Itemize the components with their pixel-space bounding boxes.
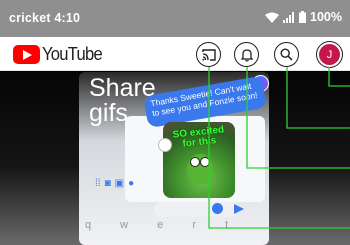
apps-icon: ⁞⁞ (95, 178, 101, 189)
share-icon (158, 138, 172, 152)
battery-icon (299, 11, 307, 23)
bell-icon (240, 48, 253, 62)
account-button[interactable]: J (316, 41, 343, 68)
compose-icons: ⁞⁞ ◙ ▣ ● (95, 178, 134, 189)
cast-icon (201, 48, 216, 61)
mic-icon: ● (128, 178, 135, 189)
message-input (154, 202, 238, 217)
search-icon (280, 48, 293, 61)
avatar: J (319, 44, 340, 65)
battery-percent: 100% (310, 10, 342, 24)
image-icon: ▣ (114, 178, 125, 189)
carrier-time: cricket 4:10 (9, 11, 81, 25)
signal-icon (283, 11, 295, 23)
gif-caption: SO excited for this (163, 124, 235, 151)
wifi-icon (265, 12, 280, 23)
camera-icon: ◙ (104, 178, 111, 189)
keyboard-row: q w e r t (85, 219, 242, 231)
notifications-button[interactable] (234, 42, 259, 67)
video-thumbnail[interactable]: Share gifs Thanks Sweetie! Can't wait to… (0, 72, 350, 245)
app-bar: YouTube J (0, 37, 350, 71)
youtube-logo[interactable]: YouTube (13, 44, 107, 65)
status-icons: 100% (265, 10, 342, 24)
title-line-1: Share (89, 74, 156, 102)
send-icon (234, 204, 244, 214)
youtube-play-icon (13, 45, 40, 64)
cast-button[interactable] (196, 42, 221, 67)
emoji-icon (212, 203, 223, 214)
status-bar: cricket 4:10 100% (0, 0, 350, 37)
youtube-wordmark: YouTube (42, 44, 103, 64)
search-button[interactable] (274, 42, 299, 67)
kermit-character (187, 154, 213, 184)
gif-image: SO excited for this (163, 122, 235, 198)
